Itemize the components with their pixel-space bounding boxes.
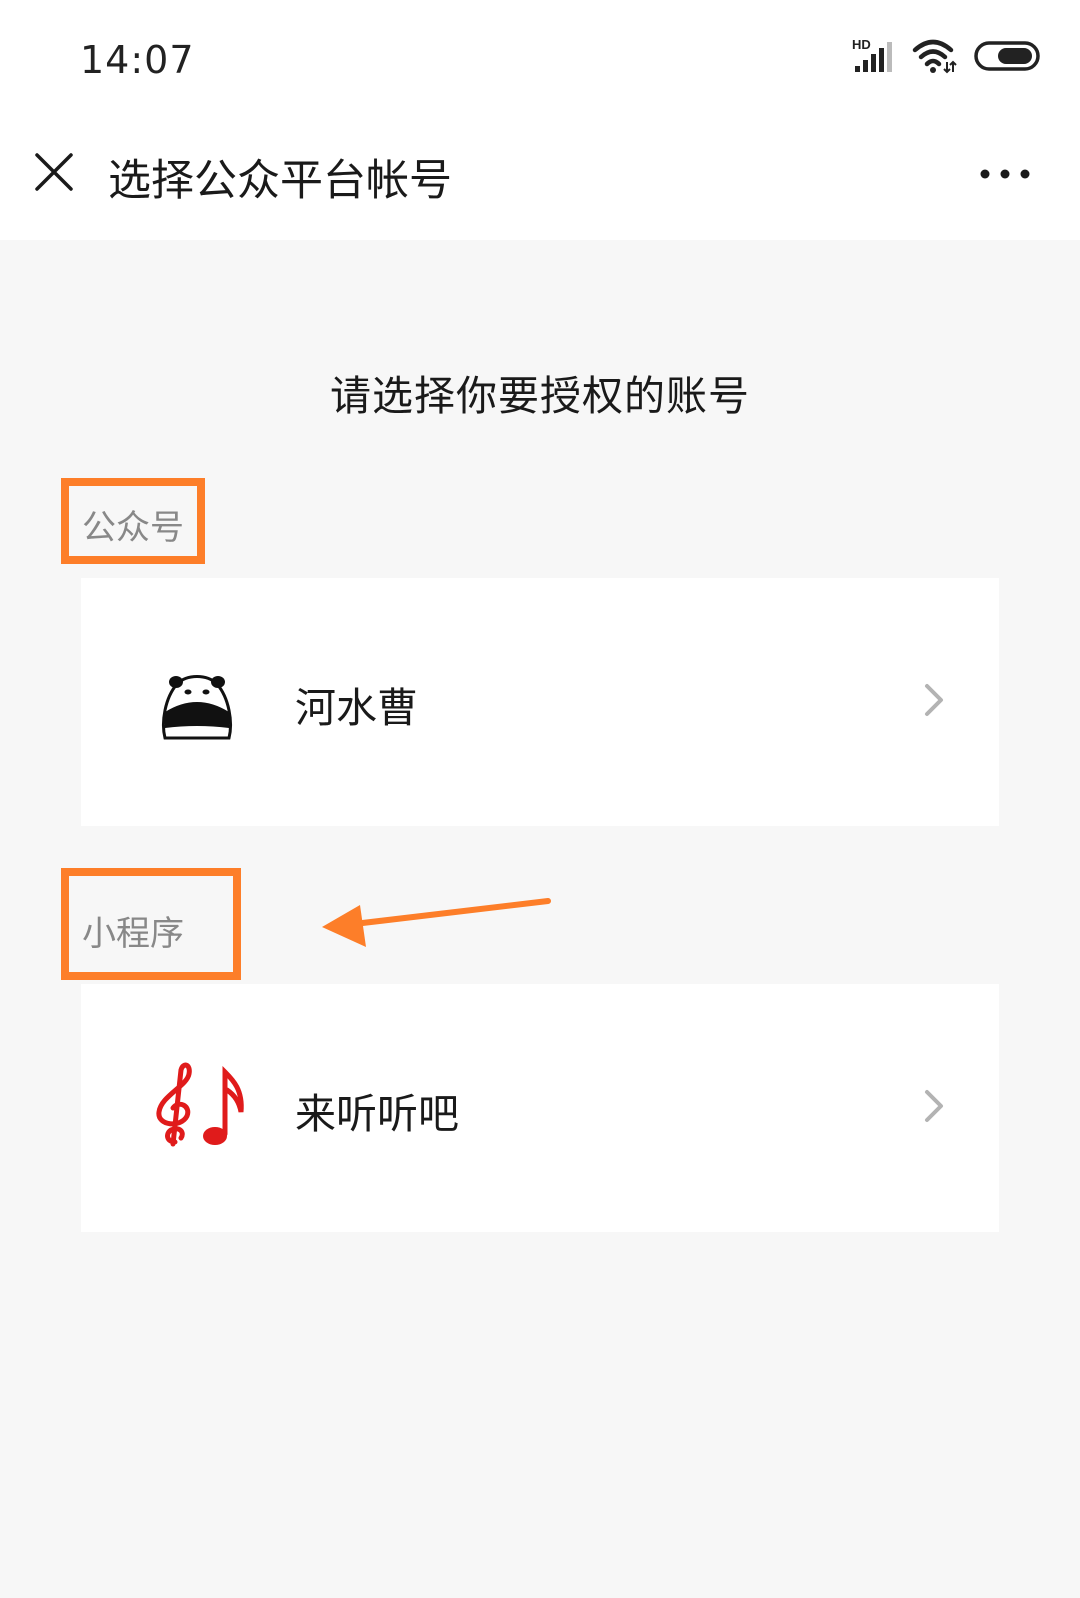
page-title: 选择公众平台帐号: [108, 156, 452, 206]
status-icons: HD: [852, 36, 1042, 76]
panda-avatar-icon: [162, 675, 232, 740]
more-options-button[interactable]: [970, 156, 1040, 192]
network-badge: HD: [852, 37, 871, 52]
auth-prompt: 请选择你要授权的账号: [330, 372, 750, 420]
close-icon: [35, 153, 73, 191]
music-notes-icon: [156, 1062, 244, 1147]
status-bar: 14:07 HD: [0, 0, 1080, 120]
chevron-right-icon: [925, 684, 943, 716]
wifi-icon: [912, 39, 957, 74]
status-time: 14:07: [80, 38, 195, 82]
account-card-official[interactable]: 河水曹: [81, 578, 999, 826]
account-name-official: 河水曹: [295, 684, 418, 732]
screen: 14:07 HD 选择公众平台帐号 请选择你要授权的账号 公众号 河水曹 小程序…: [0, 0, 1080, 1598]
account-card-mini-program[interactable]: 来听听吧: [81, 984, 999, 1232]
signal-icon: HD: [852, 37, 892, 72]
annotation-arrow-icon: [322, 898, 551, 947]
chevron-right-icon: [925, 1090, 943, 1122]
section-label-official-account: 公众号: [82, 508, 184, 548]
nav-bar: 选择公众平台帐号: [0, 120, 1080, 240]
account-name-mini-program: 来听听吧: [295, 1090, 459, 1138]
battery-icon: [974, 41, 1040, 71]
more-dots-icon: [980, 169, 1030, 179]
close-button[interactable]: [30, 148, 78, 196]
section-label-mini-program: 小程序: [82, 914, 184, 954]
